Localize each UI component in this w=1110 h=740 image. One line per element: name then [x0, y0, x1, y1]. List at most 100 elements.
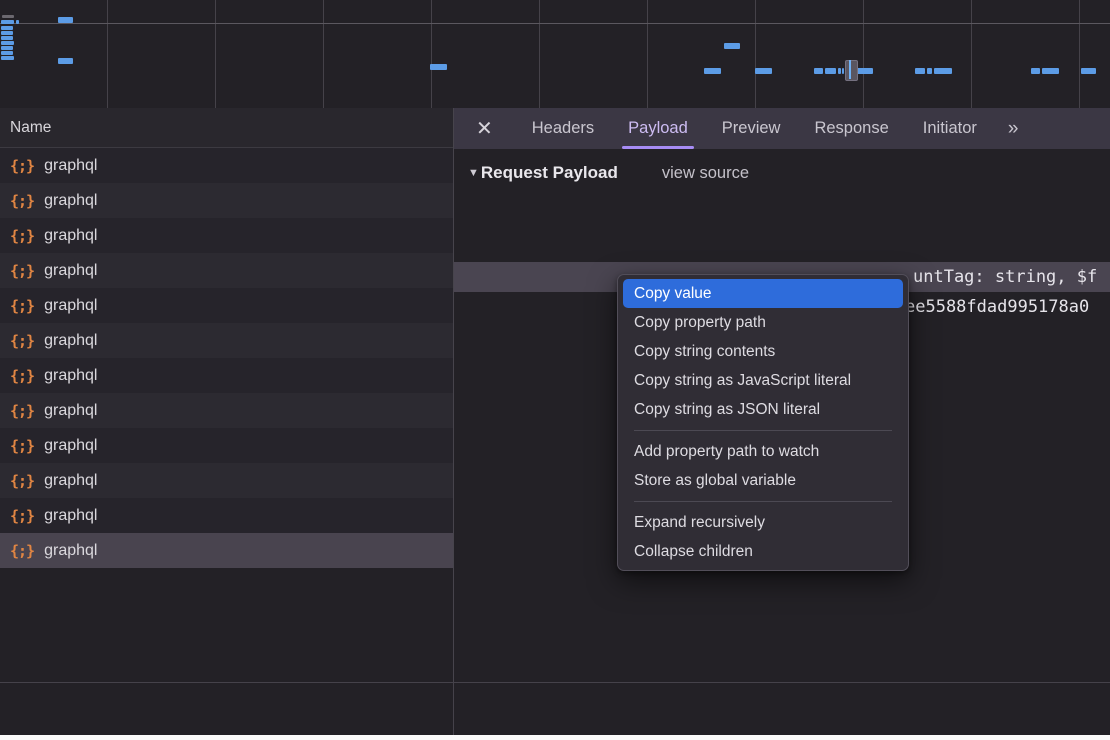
tab-headers[interactable]: Headers: [532, 108, 594, 149]
request-row[interactable]: {;} graphql: [0, 148, 453, 183]
tree-row-root[interactable]: ▼ {operationName: "ipFlowTimeseries", va…: [454, 202, 1110, 232]
collapse-triangle-icon[interactable]: ▼: [468, 167, 479, 179]
request-payload-section-header[interactable]: ▼Request Payload view source: [454, 163, 1110, 189]
tree-row-operationname[interactable]: operationName: "ipFlowTimeseries": [454, 232, 1110, 262]
request-name: graphql: [44, 367, 97, 385]
request-row[interactable]: {;} graphql: [0, 323, 453, 358]
timeline-bar: [724, 43, 740, 49]
request-row[interactable]: {;}graphql: [0, 428, 453, 463]
timeline-bar: [755, 68, 772, 74]
tab-preview[interactable]: Preview: [722, 108, 781, 149]
timeline-bar: [704, 68, 721, 74]
timeline-bar: [915, 68, 925, 74]
request-name: graphql: [44, 332, 97, 350]
timeline-bar: [1081, 68, 1096, 74]
request-row[interactable]: {;} graphql: [0, 358, 453, 393]
tab-initiator[interactable]: Initiator: [923, 108, 977, 149]
timeline-bar: [1, 41, 14, 45]
request-name: graphql: [44, 157, 97, 175]
request-row[interactable]: {;} graphql: [0, 533, 453, 568]
json-request-icon: {;}: [10, 402, 34, 420]
request-row[interactable]: {;} graphql: [0, 218, 453, 253]
menu-item-copy-string-contents[interactable]: Copy string contents: [618, 337, 908, 366]
request-name: graphql: [44, 507, 97, 525]
active-tab-underline: [622, 146, 694, 149]
request-row[interactable]: {;} graphql: [0, 463, 453, 498]
json-request-icon: {;}: [10, 472, 34, 490]
timeline-bar: [58, 17, 73, 23]
tab-payload[interactable]: Payload: [628, 108, 688, 149]
timeline-bar: [1031, 68, 1040, 74]
menu-item-copy-string-as-javascript-literal[interactable]: Copy string as JavaScript literal: [618, 366, 908, 395]
json-request-icon: {;}: [10, 297, 34, 315]
menu-separator: [634, 430, 892, 431]
timeline-bar: [16, 20, 19, 24]
timeline-bar: [825, 68, 836, 74]
json-request-icon: {;}: [10, 542, 34, 560]
request-row[interactable]: {;} graphql: [0, 183, 453, 218]
request-row[interactable]: {;} graphql: [0, 253, 453, 288]
request-name: graphql: [44, 297, 97, 315]
overview-gridline-horizontal: [0, 23, 1110, 24]
request-name: graphql: [44, 472, 97, 490]
view-source-link[interactable]: view source: [662, 164, 749, 182]
property-value-fragment: untTag: string, $f: [913, 262, 1097, 292]
timeline-bar: [1, 46, 13, 50]
json-request-icon: {;}: [10, 332, 34, 350]
close-icon[interactable]: ✕: [476, 119, 493, 139]
timeline-bar: [2, 15, 14, 18]
timeline-bar: [927, 68, 932, 74]
devtools-network-panel: Name {;}graphql{;}graphql{;}graphql{;}gr…: [0, 0, 1110, 740]
timeline-bar: [1042, 68, 1059, 74]
request-rows: {;} graphql {;} graphql {;} graphql {;} graphql…: [0, 148, 453, 568]
column-header-name[interactable]: Name: [0, 108, 453, 148]
json-request-icon: {;}: [10, 227, 34, 245]
timeline-bar: [838, 68, 841, 74]
json-request-icon: {;}: [10, 157, 34, 175]
request-name: graphql: [44, 227, 97, 245]
timeline-bar: [1, 51, 13, 55]
json-request-icon: {;}: [10, 507, 34, 525]
more-tabs-icon[interactable]: »: [1008, 118, 1017, 140]
requests-table: Name {;}graphql{;}graphql{;}graphql{;}gr…: [0, 108, 453, 682]
timeline-bar: [934, 68, 952, 74]
timeline-bar: [1, 36, 13, 40]
footer-area: [0, 683, 1110, 735]
timeline-bar: [430, 64, 447, 70]
marker-handle[interactable]: [845, 60, 858, 81]
context-menu-items: Copy valueCopy property pathCopy string …: [618, 279, 908, 566]
timeline-bar: [842, 68, 844, 74]
menu-item-copy-property-path[interactable]: Copy property path: [618, 308, 908, 337]
page-edge: [0, 735, 1110, 740]
menu-item-add-property-path-to-watch[interactable]: Add property path to watch: [618, 437, 908, 466]
request-row[interactable]: {;} graphql: [0, 393, 453, 428]
timeline-bar: [58, 58, 73, 64]
request-name: graphql: [44, 192, 97, 210]
menu-item-store-as-global-variable[interactable]: Store as global variable: [618, 466, 908, 495]
request-name: graphql: [44, 262, 97, 280]
json-request-icon: {;}: [10, 192, 34, 210]
section-title: Request Payload: [481, 163, 618, 182]
request-row[interactable]: {;} graphql: [0, 498, 453, 533]
property-value-fragment: ee5588fdad995178a0: [905, 292, 1089, 322]
menu-item-expand-recursively[interactable]: Expand recursively: [618, 508, 908, 537]
request-name: graphql: [44, 542, 97, 560]
menu-item-copy-value[interactable]: Copy value: [623, 279, 903, 308]
footer-vertical-divider[interactable]: [453, 683, 454, 735]
network-overview-timeline[interactable]: [0, 0, 1110, 109]
details-tabs: Headers Payload Preview Response Initiator: [515, 108, 994, 149]
marker-line: [849, 60, 851, 79]
timeline-bar: [1, 31, 13, 35]
context-menu: Copy valueCopy property pathCopy string …: [617, 274, 909, 571]
menu-item-copy-string-as-json-literal[interactable]: Copy string as JSON literal: [618, 395, 908, 424]
json-request-icon: {;}: [10, 262, 34, 280]
request-row[interactable]: {;} graphql: [0, 288, 453, 323]
request-name: graphql: [44, 402, 97, 420]
timeline-bar: [1, 20, 14, 24]
details-tabbar: ✕ Headers Payload Preview Response Initiator…: [454, 108, 1110, 149]
menu-item-collapse-children[interactable]: Collapse children: [618, 537, 908, 566]
timeline-bar: [814, 68, 823, 74]
tab-response[interactable]: Response: [814, 108, 888, 149]
request-name: graphql: [44, 437, 97, 455]
json-request-icon: {;}: [10, 367, 34, 385]
